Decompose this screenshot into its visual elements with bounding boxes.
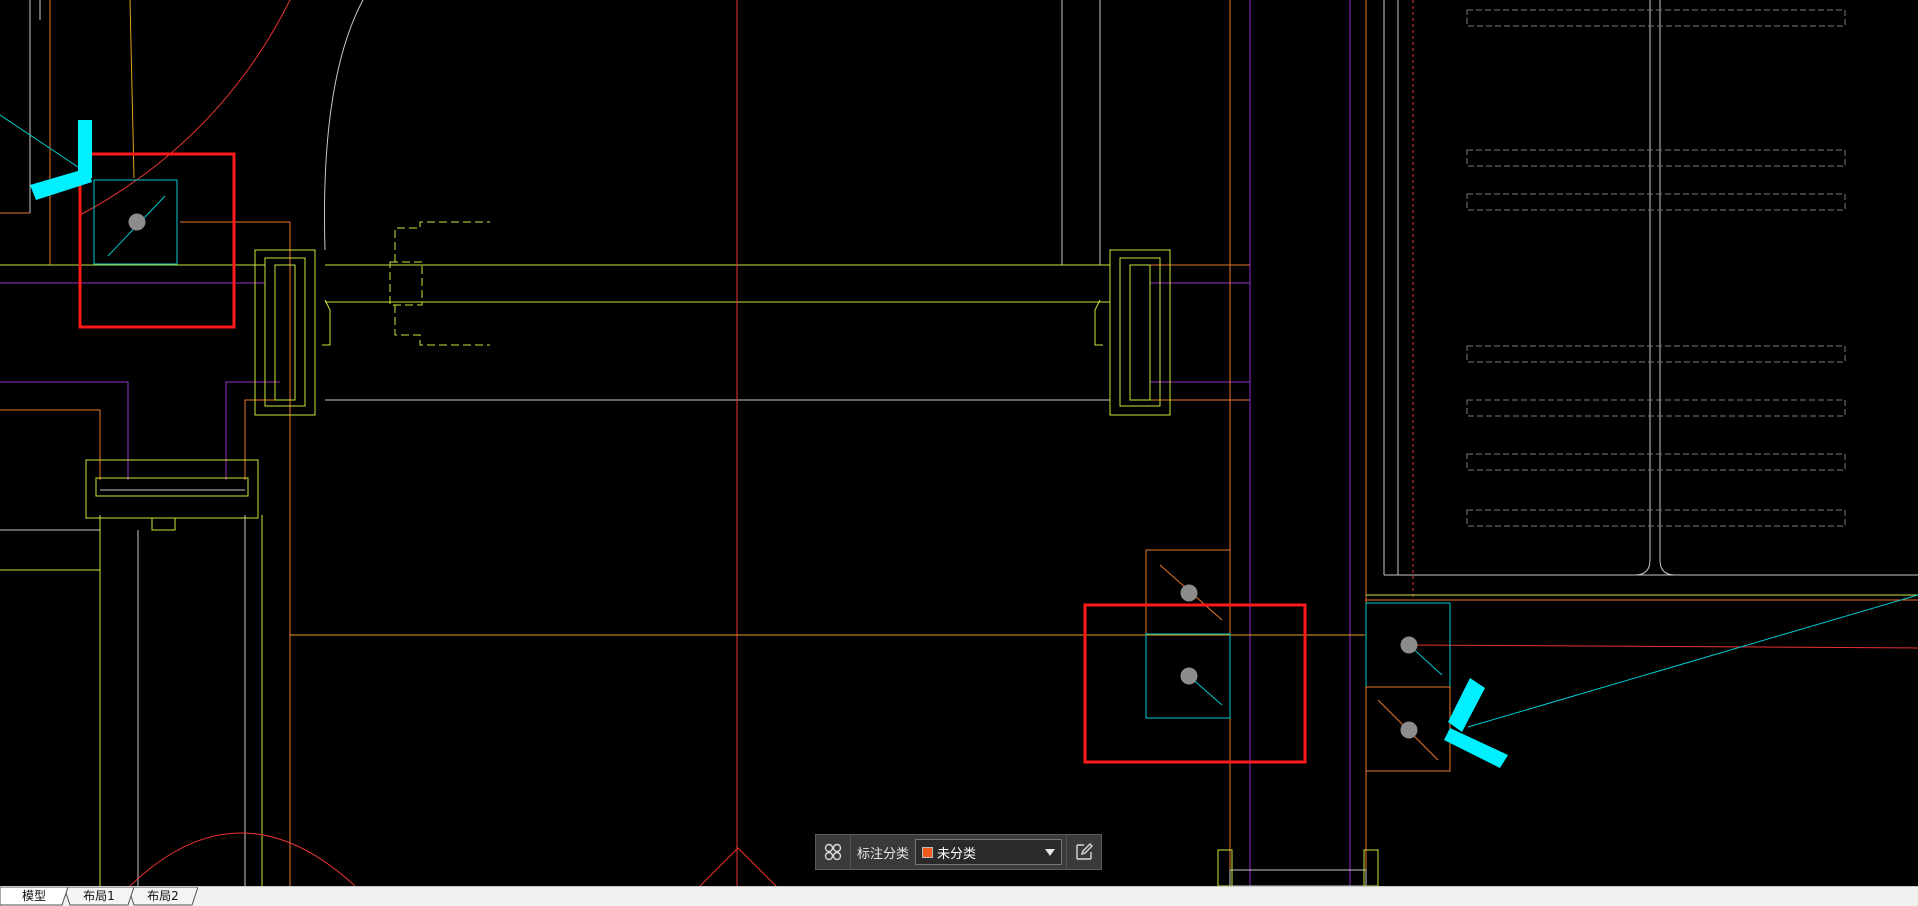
door-arc: [323, 0, 364, 251]
tab-label: 模型: [21, 889, 46, 903]
category-dropdown[interactable]: 未分类: [915, 839, 1062, 865]
leader-line-right: [1467, 594, 1918, 728]
arc-line: [79, 0, 291, 216]
dashed-shelving: [1466, 9, 1846, 527]
category-selected-value: 未分类: [937, 846, 977, 862]
upper-walls: [0, 221, 1250, 886]
guide-line-red: [1411, 644, 1918, 649]
cad-drawing[interactable]: [0, 0, 1918, 886]
layout-tab-bar: 布局2 布局1 模型: [0, 886, 1918, 906]
lower-left-rooms: [0, 381, 356, 886]
marker-arrow-icon: [30, 168, 92, 200]
tab-layout1[interactable]: 布局1: [64, 887, 134, 906]
category-label: 标注分类: [857, 846, 910, 862]
annotation-category-toolbar: 标注分类 未分类: [815, 834, 1102, 870]
leader-line-cyan: [0, 114, 91, 176]
highlight-box-center: [1083, 603, 1307, 764]
leader-line: [129, 0, 135, 179]
chevron-down-icon: [1045, 849, 1055, 856]
edit-icon[interactable]: [1066, 835, 1101, 869]
equipment-symbol-b: [1145, 549, 1231, 719]
left-edge-lines: [0, 0, 51, 266]
tab-label: 布局1: [83, 889, 115, 903]
equipment-symbol-a: [93, 179, 178, 265]
tab-model[interactable]: 模型: [0, 887, 68, 906]
drawing-canvas[interactable]: [0, 0, 1918, 886]
tab-label: 布局2: [147, 889, 179, 903]
tab-layout2[interactable]: 布局2: [128, 887, 198, 906]
axis-marker: [699, 847, 777, 886]
category-color-swatch: [922, 846, 934, 858]
door-block: [254, 221, 1171, 416]
grid-icon[interactable]: [816, 835, 851, 869]
marker-arrow-icon: [1444, 728, 1508, 768]
equipment-symbol-c: [1365, 602, 1451, 772]
